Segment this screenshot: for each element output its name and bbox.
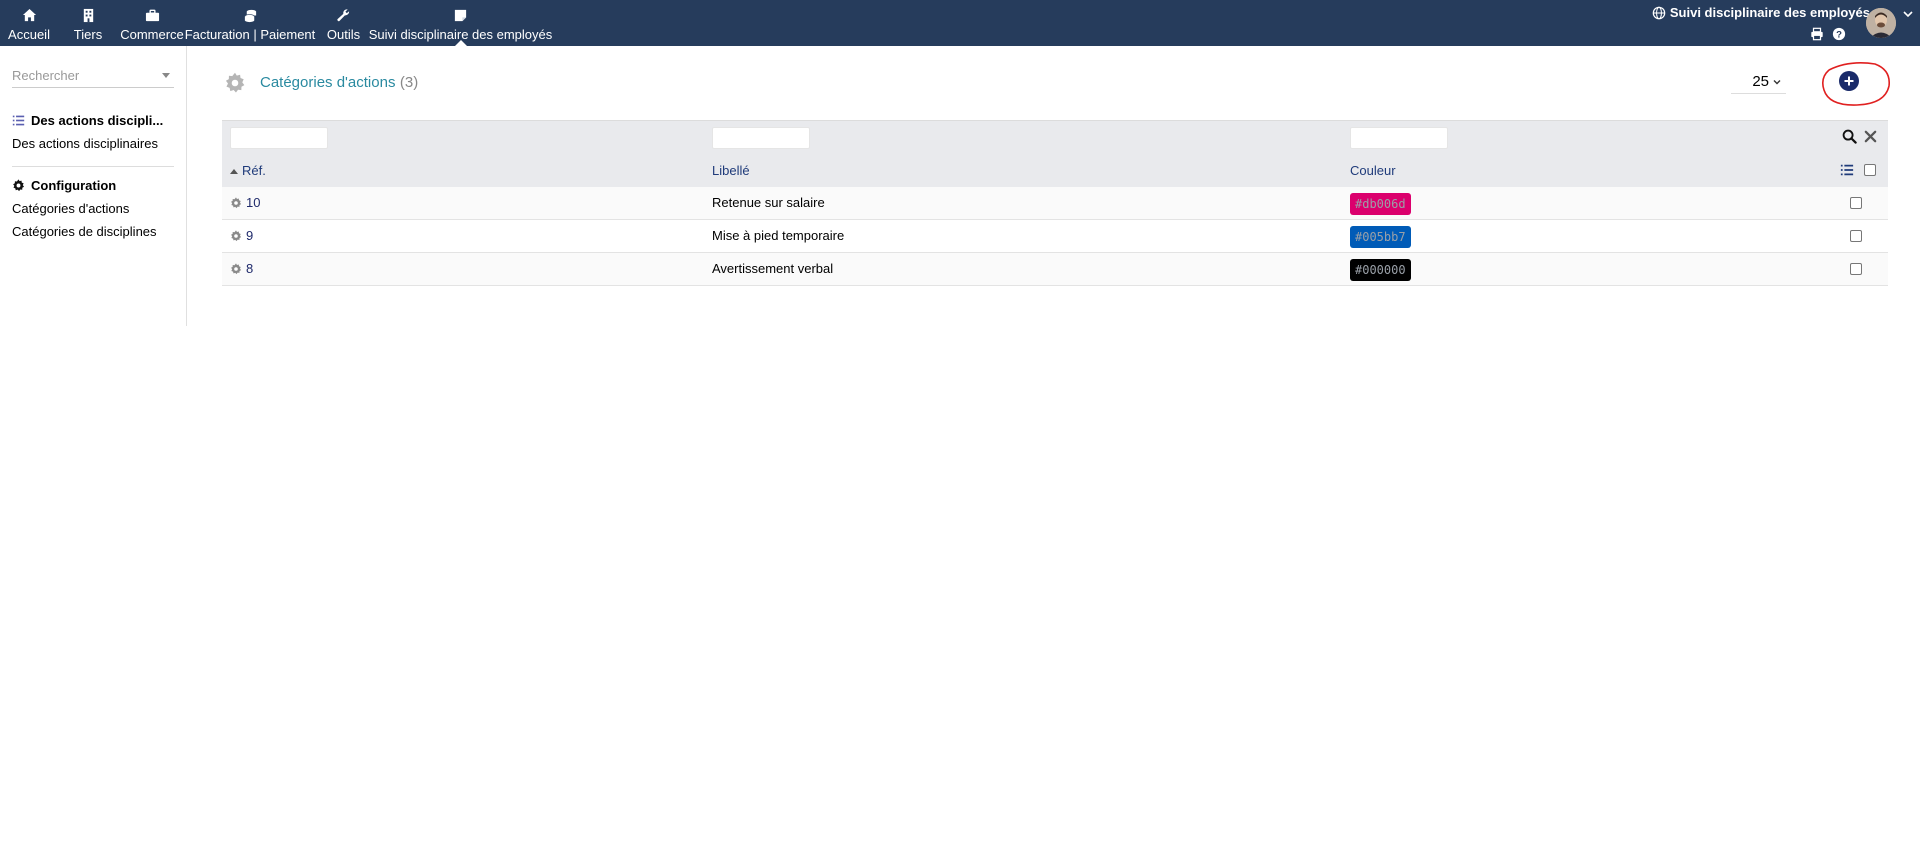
top-navigation-bar: Accueil Tiers Commerce Facturation | Pai…	[0, 0, 1920, 46]
ref-link[interactable]: 8	[230, 261, 253, 276]
menu-link-des-actions-disciplinaires[interactable]: Des actions disciplinaires	[12, 136, 163, 151]
search-icon[interactable]	[1842, 129, 1857, 144]
menu-title-text: Configuration	[31, 178, 117, 193]
menu-link-categories-disciplines[interactable]: Catégories de disciplines	[12, 224, 157, 239]
close-icon[interactable]	[1863, 129, 1878, 144]
menu-divider	[12, 166, 174, 167]
gear-icon	[231, 196, 242, 208]
menu-title-configuration[interactable]: Configuration	[12, 178, 157, 193]
nav-item-tiers[interactable]: Tiers	[73, 0, 103, 46]
ref-value: 9	[246, 228, 254, 243]
row-checkbox[interactable]	[1850, 230, 1862, 242]
filter-color-input[interactable]	[1350, 127, 1448, 149]
label-cell: Mise à pied temporaire	[712, 228, 845, 243]
note-icon	[454, 9, 467, 22]
user-avatar[interactable]	[1866, 8, 1896, 38]
help-icon[interactable]: ?	[1832, 27, 1846, 41]
row-checkbox[interactable]	[1850, 197, 1862, 209]
menu-section-configuration: Configuration Catégories d'actions Catég…	[12, 178, 157, 239]
caret-down-icon	[162, 73, 170, 78]
menu-section-actions: Des actions discipli... Des actions disc…	[12, 113, 163, 151]
page-size-select[interactable]: 25	[1731, 70, 1786, 94]
ref-value: 8	[246, 261, 254, 276]
label-cell: Retenue sur salaire	[712, 195, 825, 210]
menu-title-text: Des actions discipli...	[31, 113, 164, 128]
menu-title-actions[interactable]: Des actions discipli...	[12, 113, 163, 128]
menu-link-categories-actions[interactable]: Catégories d'actions	[12, 201, 157, 216]
nav-item-facturation[interactable]: Facturation | Paiement	[185, 0, 315, 46]
color-badge: #000000	[1350, 259, 1411, 281]
nav-item-accueil[interactable]: Accueil	[8, 0, 50, 46]
column-list-icon[interactable]	[1840, 163, 1854, 177]
page-header: Catégories d'actions (3)	[224, 72, 418, 94]
ref-link[interactable]: 9	[230, 228, 253, 243]
home-icon	[22, 8, 36, 22]
nav-label: Accueil	[8, 27, 50, 42]
column-header-text: Couleur	[1350, 163, 1396, 178]
search-placeholder: Rechercher	[12, 68, 80, 83]
briefcase-icon	[145, 9, 159, 22]
svg-text:?: ?	[1836, 30, 1842, 41]
filter-header-row: Réf. Libellé Couleur	[222, 120, 1888, 187]
data-table: Réf. Libellé Couleur 10 Retenue sur sala…	[222, 120, 1888, 286]
filter-ref-input[interactable]	[230, 127, 328, 149]
nav-item-commerce[interactable]: Commerce	[120, 0, 184, 46]
column-header-ref[interactable]: Réf.	[230, 163, 266, 178]
column-header-couleur[interactable]: Couleur	[1350, 163, 1396, 178]
select-all-checkbox[interactable]	[1864, 164, 1876, 176]
list-icon	[12, 115, 25, 126]
gear-icon	[231, 262, 242, 274]
nav-label: Tiers	[73, 27, 103, 42]
chevron-down-icon	[1773, 79, 1781, 84]
print-icon[interactable]	[1810, 27, 1824, 41]
column-header-text: Libellé	[712, 163, 750, 178]
sort-asc-icon	[230, 169, 238, 175]
filter-label-input[interactable]	[712, 127, 810, 149]
color-badge: #db006d	[1350, 193, 1411, 215]
page-size-value: 25	[1752, 73, 1769, 90]
nav-label: Suivi disciplinaire des employés	[368, 27, 553, 42]
label-cell: Avertissement verbal	[712, 261, 834, 276]
ref-value: 10	[246, 195, 261, 210]
column-header-libelle[interactable]: Libellé	[712, 163, 750, 178]
row-checkbox[interactable]	[1850, 263, 1862, 275]
left-menu-panel: Rechercher Des actions discipli... Des a…	[0, 46, 187, 326]
red-annotation-circle	[1822, 62, 1891, 106]
table-row: 9 Mise à pied temporaire #005bb7	[222, 220, 1888, 253]
chevron-down-icon[interactable]	[1902, 8, 1914, 20]
table-row: 10 Retenue sur salaire #db006d	[222, 187, 1888, 220]
module-title[interactable]: Suivi disciplinaire des employés	[1652, 5, 1870, 20]
nav-label: Facturation | Paiement	[184, 27, 316, 42]
gear-icon	[225, 72, 245, 93]
menu-search-select[interactable]: Rechercher	[12, 68, 174, 88]
gear-icon	[13, 179, 25, 192]
color-badge: #005bb7	[1350, 226, 1411, 248]
coins-icon	[244, 9, 256, 23]
wrench-icon	[337, 9, 350, 22]
nav-item-suivi-disciplinaire[interactable]: Suivi disciplinaire des employés	[369, 0, 552, 46]
gear-icon	[231, 229, 242, 241]
globe-icon	[1652, 6, 1666, 19]
page-title: Catégories d'actions	[260, 74, 396, 91]
ref-link[interactable]: 10	[230, 195, 260, 210]
table-row: 8 Avertissement verbal #000000	[222, 253, 1888, 286]
column-header-text: Réf.	[242, 163, 266, 178]
user-photo-icon	[1866, 8, 1896, 38]
nav-label: Commerce	[120, 27, 184, 42]
building-icon	[83, 8, 93, 23]
nav-item-outils[interactable]: Outils	[326, 0, 361, 46]
nav-label: Outils	[326, 27, 361, 42]
module-title-text: Suivi disciplinaire des employés	[1669, 5, 1870, 20]
record-count: (3)	[399, 74, 419, 91]
